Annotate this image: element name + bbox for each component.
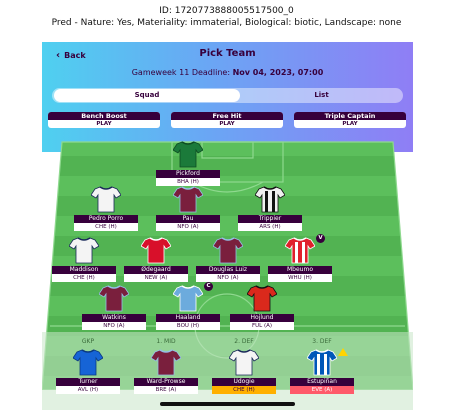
player-card[interactable]: Turner AVL (H)	[56, 348, 120, 404]
player-fixture: WHU (H)	[268, 274, 332, 282]
player-card[interactable]: Trippier ARS (H)	[238, 185, 302, 241]
player-fixture: NEW (A)	[124, 274, 188, 282]
captain-badge: C	[204, 282, 213, 291]
player-fixture: CHE (H)	[52, 274, 116, 282]
caption-id: ID: 1720773888005517500_0	[159, 6, 294, 16]
shirt-icon	[285, 237, 315, 264]
player-card[interactable]: Pau NFO (A)	[156, 185, 220, 241]
player-fixture: AVL (H)	[56, 386, 120, 394]
player-name: Maddison	[52, 266, 116, 274]
chip-free-hit[interactable]: Free Hit PLAY	[171, 112, 283, 128]
tab-squad[interactable]: Squad	[54, 89, 240, 102]
shirt-icon	[229, 349, 259, 376]
page-title: Pick Team	[199, 48, 256, 59]
player-card[interactable]: Hojlund FUL (A)	[230, 284, 294, 340]
shirt-icon	[173, 141, 203, 168]
player-name: Haaland	[156, 314, 220, 322]
player-card[interactable]: Estupiñan EVE (A)	[290, 348, 354, 404]
player-name: Pickford	[156, 170, 220, 178]
player-card[interactable]: Haaland BOU (H) C	[156, 282, 220, 340]
chip-name: Free Hit	[171, 112, 283, 120]
player-name: Mbeumo	[268, 266, 332, 274]
player-card[interactable]: Udogie CHE (H)	[212, 348, 276, 404]
player-fixture: NFO (A)	[82, 322, 146, 330]
shirt-icon	[255, 186, 285, 213]
player-fixture: CHE (H)	[212, 386, 276, 394]
player-fixture: CHE (H)	[74, 223, 138, 231]
player-name: Udogie	[212, 378, 276, 386]
shirt-icon	[69, 237, 99, 264]
bench-position-label: 2. DEF	[234, 338, 254, 345]
player-name: Turner	[56, 378, 120, 386]
tab-list[interactable]: List	[242, 89, 401, 102]
chip-name: Bench Boost	[48, 112, 160, 120]
shirt-icon	[307, 349, 337, 376]
shirt-icon	[91, 186, 121, 213]
chip-name: Triple Captain	[294, 112, 406, 120]
chip-triple-captain[interactable]: Triple Captain PLAY	[294, 112, 406, 128]
image-caption: ID: 1720773888005517500_0 Pred - Nature:…	[0, 5, 453, 29]
player-fixture: NFO (A)	[196, 274, 260, 282]
player-name: Trippier	[238, 215, 302, 223]
player-fixture: FUL (A)	[230, 322, 294, 330]
shirt-icon	[247, 285, 277, 312]
shirt-icon	[213, 237, 243, 264]
player-name: Watkins	[82, 314, 146, 322]
player-name: Pau	[156, 215, 220, 223]
player-name: Douglas Luiz	[196, 266, 260, 274]
bench-position-label: 1. MID	[156, 338, 176, 345]
deadline-label: Gameweek 11 Deadline:	[131, 68, 231, 77]
shirt-icon	[173, 186, 203, 213]
shirt-icon	[73, 349, 103, 376]
player-card[interactable]: Watkins NFO (A)	[82, 284, 146, 340]
caption-prediction: Pred - Nature: Yes, Materiality: immater…	[51, 18, 402, 28]
vice-captain-badge: V	[316, 234, 325, 243]
view-tabs: Squad List	[52, 88, 403, 103]
player-name: Hojlund	[230, 314, 294, 322]
player-fixture: ARS (H)	[238, 223, 302, 231]
warning-icon	[338, 348, 348, 356]
player-card[interactable]: Pedro Porro CHE (H)	[74, 185, 138, 241]
chip-status: PLAY	[342, 121, 358, 127]
shirt-icon	[151, 349, 181, 376]
player-name: Ward-Prowse	[134, 378, 198, 386]
bench-position-label: GKP	[81, 338, 95, 345]
deadline-value: Nov 04, 2023, 07:00	[232, 68, 324, 77]
player-card[interactable]: Ward-Prowse BRE (A)	[134, 348, 198, 404]
player-name: Pedro Porro	[74, 215, 138, 223]
shirt-icon	[99, 285, 129, 312]
shirt-icon	[173, 285, 203, 312]
player-fixture: NFO (A)	[156, 223, 220, 231]
chip-bench-boost[interactable]: Bench Boost PLAY	[48, 112, 160, 128]
player-fixture: BOU (H)	[156, 322, 220, 330]
bench-position-label: 3. DEF	[312, 338, 332, 345]
chip-status: PLAY	[219, 121, 235, 127]
shirt-icon	[141, 237, 171, 264]
player-fixture: BRE (A)	[134, 386, 198, 394]
player-name: Estupiñan	[290, 378, 354, 386]
chip-status: PLAY	[96, 121, 112, 127]
player-fixture: EVE (A)	[290, 386, 354, 394]
player-name: Ødegaard	[124, 266, 188, 274]
deadline-info: Gameweek 11 Deadline: Nov 04, 2023, 07:0…	[42, 68, 413, 77]
